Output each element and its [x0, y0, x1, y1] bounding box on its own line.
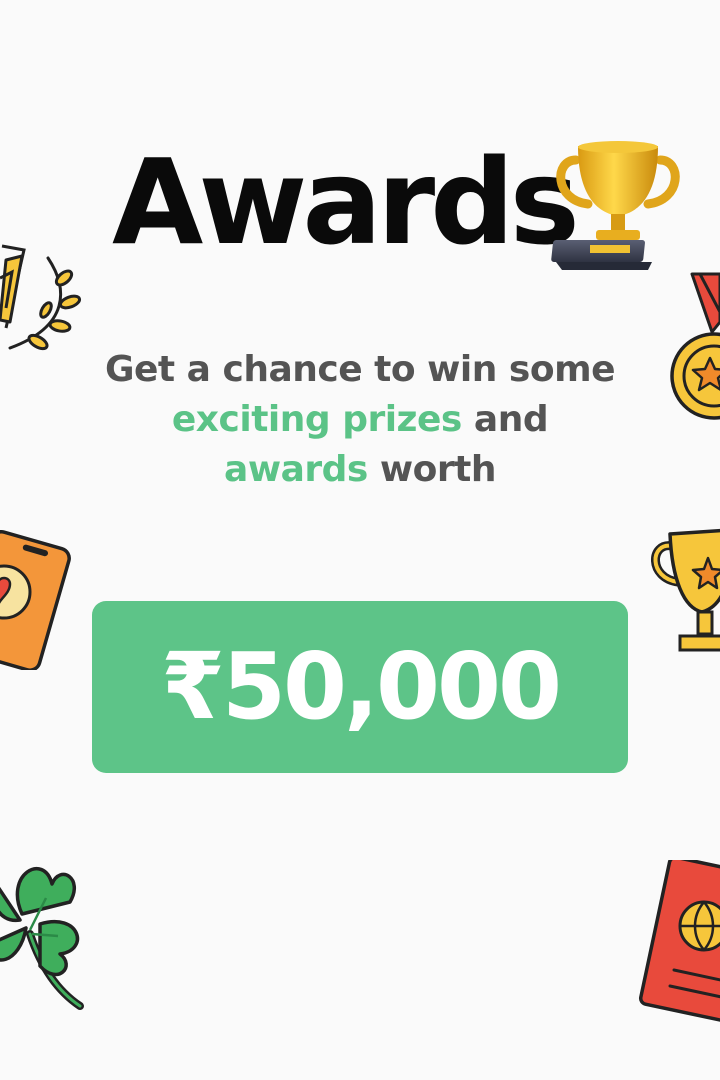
tagline-text: Get a chance to win some — [104, 349, 616, 390]
tagline-text: and — [473, 399, 549, 440]
prize-amount-box: ₹50,000 — [92, 601, 628, 773]
tagline-text: worth — [379, 449, 497, 490]
tagline-highlight-prizes: exciting prizes — [171, 399, 462, 440]
gold-trophy-3d-icon — [551, 141, 680, 270]
phone-heart-icon — [0, 529, 71, 670]
star-trophy-cup-icon — [651, 528, 720, 652]
prize-amount: ₹50,000 — [160, 633, 562, 740]
passport-icon — [638, 860, 720, 1027]
star-medal-icon — [670, 272, 720, 420]
laurel-number-one-icon — [0, 244, 82, 351]
tagline: Get a chance to win some exciting prizes… — [60, 345, 660, 495]
awards-poster: Awards Get a chance to win some exciting… — [0, 0, 720, 1080]
tagline-highlight-awards: awards — [224, 449, 368, 490]
four-leaf-clover-icon — [0, 866, 84, 1010]
page-title: Awards — [112, 133, 580, 271]
